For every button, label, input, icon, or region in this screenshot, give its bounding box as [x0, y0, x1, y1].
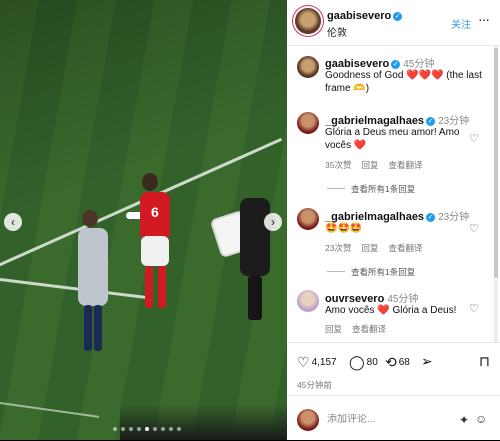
- share-action[interactable]: ➢: [421, 353, 435, 370]
- view-replies-button[interactable]: 查看所有1条回复: [327, 183, 415, 195]
- avatar[interactable]: [295, 8, 321, 34]
- pitch-line: [0, 278, 150, 300]
- caption-text: Goodness of God ❤️❤️❤️ (the last frame 🫶…: [325, 70, 482, 94]
- coach-figure: [248, 276, 262, 320]
- comment-meta: 回复 查看翻译: [325, 323, 396, 335]
- comment-text: Amo vocês ❤️ Glória a Deus!: [325, 305, 457, 316]
- comment-action[interactable]: ◯ 80: [349, 354, 378, 371]
- repost-action[interactable]: ⟲ 68: [385, 354, 410, 371]
- repost-icon[interactable]: ⟲: [385, 354, 397, 370]
- official-figure: [94, 305, 102, 351]
- emoji-icon[interactable]: ☺: [475, 412, 487, 426]
- scrollbar-thumb[interactable]: [494, 48, 498, 278]
- comments-panel: gaabisevero ✓ 伦敦 关注 ··· gaabisevero ✓ 45分钟 …: [287, 0, 500, 440]
- verified-icon: ✓: [393, 12, 403, 21]
- official-figure: [84, 305, 92, 351]
- heart-icon[interactable]: ♡: [469, 302, 479, 315]
- author-name-text: gaabisevero: [327, 10, 392, 22]
- translate-button[interactable]: 查看翻译: [388, 160, 422, 170]
- carousel-dot[interactable]: [161, 427, 165, 431]
- avatar[interactable]: [297, 290, 319, 312]
- chevron-right-icon[interactable]: ›: [264, 213, 282, 231]
- comment-meta: 23次赞 回复 查看翻译: [325, 242, 433, 254]
- player-figure: [141, 236, 169, 266]
- avatar[interactable]: [297, 56, 319, 78]
- carousel-dot[interactable]: [137, 427, 141, 431]
- player-figure: [145, 266, 153, 308]
- translate-button[interactable]: 查看翻译: [352, 324, 386, 334]
- translate-button[interactable]: 查看翻译: [388, 243, 422, 253]
- carousel-dot-active[interactable]: [145, 427, 149, 431]
- crowd: [120, 404, 287, 440]
- bookmark-action[interactable]: ⊓: [479, 353, 492, 370]
- coach-figure: [240, 198, 270, 276]
- more-icon[interactable]: ···: [478, 11, 490, 27]
- post-time[interactable]: 45分钟前: [297, 379, 332, 391]
- carousel-dot[interactable]: [153, 427, 157, 431]
- player-figure: [142, 173, 158, 191]
- comment-text: Glória a Deus meu amor! Amo vocês ❤️: [325, 127, 460, 151]
- comment-icon[interactable]: ◯: [349, 354, 365, 370]
- carousel-dot[interactable]: [129, 427, 133, 431]
- avatar[interactable]: [297, 112, 319, 134]
- reply-button[interactable]: 回复: [361, 160, 378, 170]
- heart-icon[interactable]: ♡: [297, 354, 310, 370]
- comment-likes[interactable]: 35次赞: [325, 160, 351, 170]
- reply-button[interactable]: 回复: [361, 243, 378, 253]
- carousel-dot[interactable]: [113, 427, 117, 431]
- chevron-left-icon[interactable]: ‹: [4, 213, 22, 231]
- carousel-dot[interactable]: [121, 427, 125, 431]
- verified-icon: ✓: [426, 213, 436, 222]
- official-figure: [78, 228, 108, 306]
- comment-author[interactable]: _gabrielmagalhaes ✓ 23分钟: [325, 208, 469, 223]
- reply-button[interactable]: 回复: [325, 324, 342, 334]
- pitch-line: [0, 402, 100, 418]
- comment-likes[interactable]: 23次赞: [325, 243, 351, 253]
- heart-icon[interactable]: ♡: [469, 222, 479, 235]
- gif-icon[interactable]: ✦: [459, 413, 469, 427]
- official-figure: [82, 210, 98, 227]
- comment-author[interactable]: _gabrielmagalhaes ✓ 23分钟: [325, 112, 469, 127]
- author-name[interactable]: gaabisevero ✓: [327, 10, 403, 22]
- verified-icon: ✓: [426, 117, 436, 126]
- share-icon[interactable]: ➢: [421, 353, 433, 369]
- post-photo[interactable]: 6 ‹ ›: [0, 0, 287, 440]
- comment-input-row: ✦ ☺: [287, 405, 500, 437]
- view-replies-button[interactable]: 查看所有1条回复: [327, 266, 415, 278]
- avatar[interactable]: [297, 208, 319, 230]
- comment-author[interactable]: ouvrsevero 45分钟: [325, 290, 418, 305]
- post-header: gaabisevero ✓ 伦敦 关注 ···: [287, 0, 500, 46]
- comment-meta: 35次赞 回复 查看翻译: [325, 159, 433, 171]
- view-replies-text: 查看所有1条回复: [351, 267, 416, 277]
- post-viewer: 6 ‹ › gaabisevero ✓ 伦敦 关注 ··· gaabisever…: [0, 0, 500, 440]
- post-location[interactable]: 伦敦: [327, 24, 347, 39]
- repost-count: 68: [398, 357, 410, 368]
- divider: [287, 395, 500, 396]
- player-figure: [158, 266, 166, 308]
- follow-button[interactable]: 关注: [451, 16, 471, 31]
- like-count: 4,157: [311, 357, 337, 368]
- caption-author[interactable]: gaabisevero ✓ 45分钟: [325, 55, 434, 70]
- heart-icon[interactable]: ♡: [469, 132, 479, 145]
- avatar[interactable]: [297, 409, 319, 431]
- bookmark-icon[interactable]: ⊓: [479, 353, 490, 369]
- jersey-number: 6: [151, 204, 159, 220]
- divider: [327, 271, 345, 272]
- comment-input[interactable]: [327, 414, 447, 425]
- carousel-dots: [113, 427, 181, 431]
- like-action[interactable]: ♡ 4,157: [297, 354, 337, 371]
- verified-icon: ✓: [391, 60, 401, 69]
- comment-text: 🤩🤩🤩: [325, 223, 363, 234]
- carousel-dot[interactable]: [177, 427, 181, 431]
- comments-list[interactable]: gaabisevero ✓ 45分钟 Goodness of God ❤️❤️❤️ …: [287, 46, 500, 346]
- view-replies-text: 查看所有1条回复: [351, 184, 416, 194]
- carousel-dot[interactable]: [169, 427, 173, 431]
- post-footer: ♡4,157 ◯80 ⟲68 ➢ ⊓ 45分钟前 ✦ ☺: [287, 342, 500, 441]
- comment-count: 80: [366, 357, 378, 368]
- divider: [327, 188, 345, 189]
